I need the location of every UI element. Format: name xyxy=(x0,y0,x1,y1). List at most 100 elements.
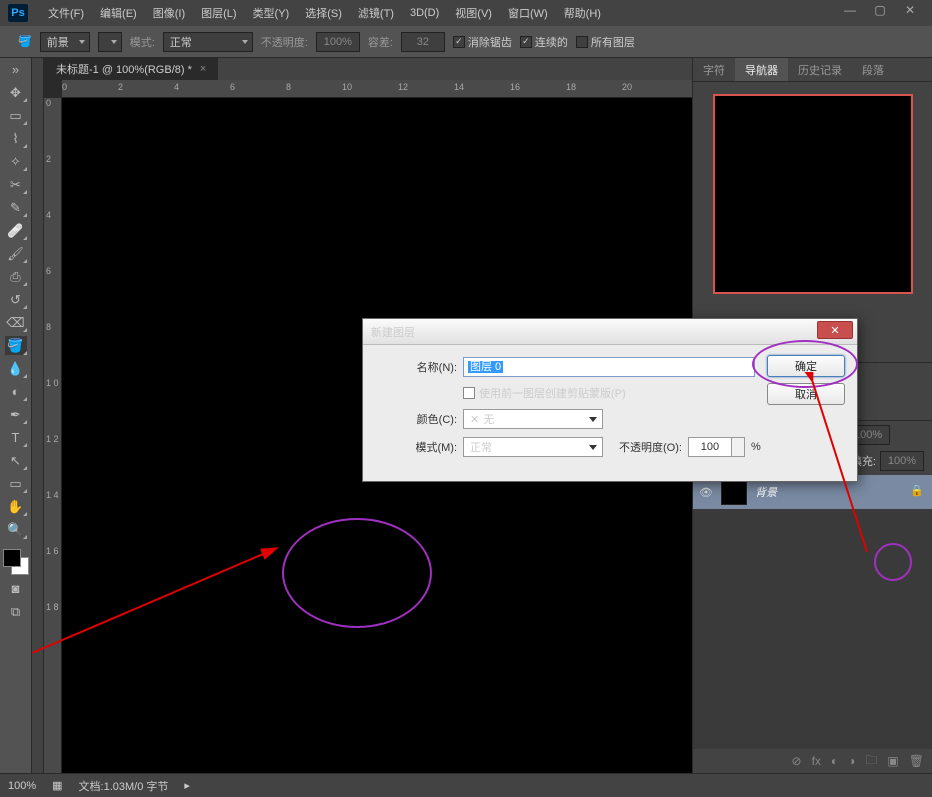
menu-help[interactable]: 帮助(H) xyxy=(556,2,609,24)
close-tab-icon[interactable]: × xyxy=(200,63,206,75)
menu-view[interactable]: 视图(V) xyxy=(447,2,500,24)
layers-bottom-bar: ⊘ fx ◐ ◑ 🗀 ▣ 🗑 xyxy=(693,749,932,773)
menu-3d[interactable]: 3D(D) xyxy=(402,4,447,22)
layer-opacity-input[interactable] xyxy=(688,437,732,457)
tab-character[interactable]: 字符 xyxy=(693,58,735,81)
ruler-tick: 1 2 xyxy=(46,434,59,444)
dialog-close-button[interactable]: ✕ xyxy=(817,321,853,339)
layer-fx-icon[interactable]: fx xyxy=(812,754,821,768)
history-brush-tool[interactable]: ↺ xyxy=(5,290,27,309)
ruler-tick: 8 xyxy=(46,322,51,332)
delete-layer-icon[interactable]: 🗑 xyxy=(909,754,924,768)
document-tab[interactable]: 未标题-1 @ 100%(RGB/8) * × xyxy=(44,58,218,80)
ruler-tick: 6 xyxy=(230,82,235,92)
navigator-thumbnail[interactable] xyxy=(713,94,913,294)
layer-name-input[interactable]: 图层 0 xyxy=(463,357,755,377)
healing-brush-tool[interactable]: 🩹 xyxy=(5,221,27,240)
options-bar: 🪣 前景 模式: 正常 不透明度: 100% 容差: 32 消除锯齿 连续的 所… xyxy=(0,26,932,58)
ruler-tick: 20 xyxy=(622,82,632,92)
layer-color-select[interactable]: ✕无 xyxy=(463,409,603,429)
status-menu-chevron-icon[interactable]: ▸ xyxy=(184,779,190,792)
clip-mask-checkbox xyxy=(463,387,475,399)
adjustment-layer-icon[interactable]: ◑ xyxy=(848,754,855,768)
layer-group-icon[interactable]: 🗀 xyxy=(865,751,877,772)
ruler-tick: 4 xyxy=(46,210,51,220)
hand-tool[interactable]: ✋ xyxy=(5,497,27,516)
eyedropper-tool[interactable]: ✎ xyxy=(5,198,27,217)
menu-file[interactable]: 文件(F) xyxy=(40,2,92,24)
zoom-tool[interactable]: 🔍 xyxy=(5,520,27,539)
tool-handle-icon[interactable]: » xyxy=(5,60,27,79)
eraser-tool[interactable]: ⌫ xyxy=(5,313,27,332)
name-label: 名称(N): xyxy=(375,359,457,375)
blend-mode-select[interactable]: 正常 xyxy=(163,32,253,52)
menu-edit[interactable]: 编辑(E) xyxy=(92,2,145,24)
layer-list: 👁 背景 🔒 xyxy=(693,475,932,749)
zoom-level[interactable]: 100% xyxy=(8,780,36,792)
contiguous-checkbox[interactable] xyxy=(520,36,532,48)
ruler-tick: 6 xyxy=(46,266,51,276)
ruler-tick: 18 xyxy=(566,82,576,92)
mode-label: 模式: xyxy=(130,34,155,50)
panel-collapse-strip[interactable] xyxy=(32,58,44,773)
tab-navigator[interactable]: 导航器 xyxy=(735,58,788,81)
brush-tool[interactable]: 🖌 xyxy=(5,244,27,263)
antialias-checkbox[interactable] xyxy=(453,36,465,48)
tools-panel: » ✥ ▭ ⌇ ✧ ✂ ✎ 🩹 🖌 ⎙ ↺ ⌫ 🪣 💧 ◐ ✒ T ↖ ▭ ✋ … xyxy=(0,58,32,773)
shape-tool[interactable]: ▭ xyxy=(5,474,27,493)
pen-tool[interactable]: ✒ xyxy=(5,405,27,424)
menu-select[interactable]: 选择(S) xyxy=(297,2,350,24)
dialog-title-bar[interactable]: 新建图层 ✕ xyxy=(363,319,857,345)
link-layers-icon[interactable]: ⊘ xyxy=(792,754,802,768)
screen-mode-toggle[interactable]: ⧉ xyxy=(5,602,27,621)
menu-type[interactable]: 类型(Y) xyxy=(245,2,298,24)
layer-fill-field[interactable]: 100% xyxy=(880,451,924,471)
clone-stamp-tool[interactable]: ⎙ xyxy=(5,267,27,286)
marquee-tool[interactable]: ▭ xyxy=(5,106,27,125)
document-tab-title: 未标题-1 @ 100%(RGB/8) * xyxy=(56,61,192,77)
layer-name-label[interactable]: 背景 xyxy=(755,484,902,500)
path-select-tool[interactable]: ↖ xyxy=(5,451,27,470)
crop-tool[interactable]: ✂ xyxy=(5,175,27,194)
type-tool[interactable]: T xyxy=(5,428,27,447)
tab-history[interactable]: 历史记录 xyxy=(788,58,852,81)
menu-image[interactable]: 图像(I) xyxy=(145,2,193,24)
ruler-tick: 1 6 xyxy=(46,546,59,556)
menu-layer[interactable]: 图层(L) xyxy=(193,2,244,24)
opacity-field[interactable]: 100% xyxy=(316,32,360,52)
lasso-tool[interactable]: ⌇ xyxy=(5,129,27,148)
ruler-horizontal: 0 2 4 6 8 10 12 14 16 18 20 xyxy=(62,80,692,98)
magic-wand-tool[interactable]: ✧ xyxy=(5,152,27,171)
menu-window[interactable]: 窗口(W) xyxy=(500,2,556,24)
all-layers-checkbox[interactable] xyxy=(576,36,588,48)
window-minimize-button[interactable]: — xyxy=(836,0,864,20)
blur-tool[interactable]: 💧 xyxy=(5,359,27,378)
window-close-button[interactable]: ✕ xyxy=(896,0,924,20)
new-layer-icon[interactable]: ▣ xyxy=(887,754,898,768)
ok-button[interactable]: 确定 xyxy=(767,355,845,377)
color-swatch[interactable] xyxy=(3,549,29,575)
pattern-picker[interactable] xyxy=(98,32,122,52)
window-maximize-button[interactable]: ▢ xyxy=(866,0,894,20)
menu-filter[interactable]: 滤镜(T) xyxy=(350,2,402,24)
layer-thumbnail[interactable] xyxy=(721,479,747,505)
mode-label-dialog: 模式(M): xyxy=(375,439,457,455)
layer-mask-icon[interactable]: ◐ xyxy=(831,754,838,768)
ruler-tick: 2 xyxy=(118,82,123,92)
fill-source-select[interactable]: 前景 xyxy=(40,32,90,52)
dodge-tool[interactable]: ◐ xyxy=(5,382,27,401)
opacity-spin-icon[interactable] xyxy=(731,437,745,457)
ruler-tick: 12 xyxy=(398,82,408,92)
tab-paragraph[interactable]: 段落 xyxy=(852,58,894,81)
paint-bucket-tool[interactable]: 🪣 xyxy=(5,336,27,355)
dialog-title: 新建图层 xyxy=(371,324,415,340)
tolerance-field[interactable]: 32 xyxy=(401,32,445,52)
cancel-button[interactable]: 取消 xyxy=(767,383,845,405)
layer-mode-select[interactable]: 正常 xyxy=(463,437,603,457)
move-tool[interactable]: ✥ xyxy=(5,83,27,102)
ruler-tick: 10 xyxy=(342,82,352,92)
ruler-tick: 8 xyxy=(286,82,291,92)
quick-mask-toggle[interactable]: ◙ xyxy=(5,579,27,598)
visibility-eye-icon[interactable]: 👁 xyxy=(699,485,713,499)
lock-icon[interactable]: 🔒 xyxy=(910,484,926,500)
